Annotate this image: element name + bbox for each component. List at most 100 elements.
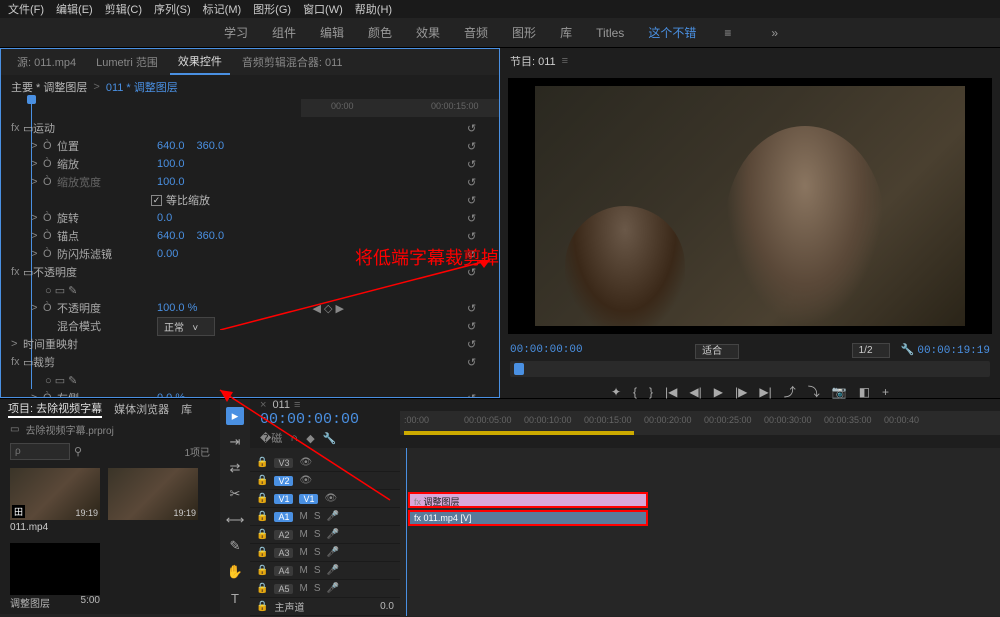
menu-item[interactable]: 剪辑(C) <box>105 1 142 17</box>
track-header[interactable]: 🔒V1V1👁 <box>250 490 400 508</box>
add-marker-icon[interactable]: ✦ <box>611 385 621 399</box>
program-monitor[interactable] <box>508 78 992 334</box>
track-header[interactable]: 🔒V2👁 <box>250 472 400 490</box>
workspace-tabs: 学习组件编辑颜色效果音频图形库Titles这个不错≡» <box>0 18 1000 48</box>
export-frame-icon[interactable]: 📷 <box>832 385 847 399</box>
timeline-panel: × 011 ≡ 00:00:00:00 �磁 ∩ ◆ 🔧 :00:0000:00… <box>250 399 1000 614</box>
panel-tab[interactable]: 源: 011.mp4 <box>9 50 84 74</box>
property-row[interactable]: ○ ▭ ✎ <box>11 281 489 299</box>
bin-item[interactable]: 19:19 <box>108 468 198 533</box>
property-row[interactable]: fx▭不透明度↺ <box>11 263 489 281</box>
bin-item[interactable]: 田19:19011.mp4 <box>10 468 100 533</box>
menu-item[interactable]: 文件(F) <box>8 1 44 17</box>
razor-tool[interactable]: ✂ <box>226 485 244 503</box>
lift-icon[interactable]: ⤴ <box>784 383 796 400</box>
snap-icon[interactable]: �磁 <box>260 430 282 446</box>
project-panel: 项目: 去除视频字幕媒体浏览器库 ▭ 去除视频字幕.prproj ⚲ 1项已 田… <box>0 399 220 614</box>
step-back-icon[interactable]: ◀| <box>689 385 701 399</box>
program-scrubber[interactable] <box>510 361 990 377</box>
track-header[interactable]: 🔒V3👁 <box>250 454 400 472</box>
workspace-tab[interactable]: 效果 <box>414 20 442 45</box>
panel-tab[interactable]: 音频剪辑混合器: 011 <box>234 50 351 74</box>
pen-tool[interactable]: ✎ <box>226 537 244 555</box>
slip-tool[interactable]: ⟷ <box>226 511 244 529</box>
menu-item[interactable]: 序列(S) <box>154 1 191 17</box>
property-row[interactable]: >Ò锚点640.0360.0↺ <box>11 227 489 245</box>
property-row[interactable]: 等比缩放↺ <box>11 191 489 209</box>
type-tool[interactable]: T <box>226 589 244 607</box>
track-headers: 🔒V3👁🔒V2👁🔒V1V1👁🔒A1MS🎤🔒A2MS🎤🔒A3MS🎤🔒A4MS🎤🔒A… <box>250 448 400 616</box>
property-row[interactable]: 混合模式正常 ˅↺ <box>11 317 489 335</box>
track-header[interactable]: 🔒A1MS🎤 <box>250 508 400 526</box>
workspace-tab[interactable]: 库 <box>558 20 574 45</box>
link-icon[interactable]: ∩ <box>290 432 298 444</box>
clip-adjustment-layer[interactable]: fx 调整图层 <box>408 492 648 508</box>
clip-video[interactable]: fx 011.mp4 [V] <box>408 510 648 526</box>
property-row[interactable]: >Ò缩放100.0↺ <box>11 155 489 173</box>
program-title: 节目: 011 <box>510 53 556 69</box>
property-row[interactable]: >Ò防闪烁滤镜0.00↺ <box>11 245 489 263</box>
property-row[interactable]: fx▭运动↺ <box>11 119 489 137</box>
menu-item[interactable]: 窗口(W) <box>303 1 343 17</box>
workspace-tab[interactable]: 组件 <box>270 20 298 45</box>
effect-clip-label: 011 * 调整图层 <box>106 79 178 95</box>
menu-item[interactable]: 帮助(H) <box>355 1 392 17</box>
timeline-ruler[interactable]: :00:0000:00:05:0000:00:10:0000:00:15:000… <box>400 411 1000 435</box>
property-row[interactable]: fx▭裁剪↺ <box>11 353 489 371</box>
program-tc-right: 00:00:19:19 <box>917 345 990 357</box>
mark-in-icon[interactable]: { <box>633 385 637 399</box>
marker-icon[interactable]: ◆ <box>306 432 314 445</box>
project-tab[interactable]: 库 <box>181 401 192 417</box>
property-row[interactable]: >Ò缩放宽度100.0↺ <box>11 173 489 191</box>
track-content[interactable]: fx 调整图层 fx 011.mp4 [V] <box>400 448 1000 616</box>
project-search-input[interactable] <box>10 443 70 460</box>
track-header[interactable]: 🔒A5MS🎤 <box>250 580 400 598</box>
property-row[interactable]: >Ò左侧0.0 %↺ <box>11 389 489 397</box>
filter-icon[interactable]: ⚲ <box>74 445 82 458</box>
workspace-tab[interactable]: 学习 <box>222 20 250 45</box>
scale-dropdown[interactable]: 1/2 <box>852 343 890 358</box>
property-row[interactable]: ○ ▭ ✎ <box>11 371 489 389</box>
adjustment-layer-bin[interactable]: 调整图层5:00 <box>10 543 100 610</box>
hand-tool[interactable]: ✋ <box>226 563 244 581</box>
effect-timeline[interactable]: 00:00 00:00:15:00 <box>301 99 499 117</box>
property-row[interactable]: >Ò旋转0.0↺ <box>11 209 489 227</box>
panel-tab[interactable]: Lumetri 范围 <box>88 50 166 74</box>
ripple-tool[interactable]: ⇄ <box>226 459 244 477</box>
track-select-tool[interactable]: ⇥ <box>226 433 244 451</box>
track-header[interactable]: 🔒A2MS🎤 <box>250 526 400 544</box>
workspace-tab[interactable]: Titles <box>594 22 626 44</box>
play-icon[interactable]: ▶ <box>714 385 723 399</box>
property-row[interactable]: >Ò不透明度100.0 %◀ ◇ ▶↺ <box>11 299 489 317</box>
panel-tab[interactable]: 效果控件 <box>170 49 230 75</box>
workspace-tab[interactable]: 图形 <box>510 20 538 45</box>
mark-out-icon[interactable]: } <box>649 385 653 399</box>
effect-controls-panel: 源: 011.mp4Lumetri 范围效果控件音频剪辑混合器: 011 主要 … <box>0 48 500 398</box>
workspace-tab[interactable]: 编辑 <box>318 20 346 45</box>
track-header[interactable]: 🔒A4MS🎤 <box>250 562 400 580</box>
compare-icon[interactable]: ◧ <box>859 385 870 399</box>
workspace-tab[interactable]: 这个不错 <box>646 20 698 45</box>
workspace-tab[interactable]: 颜色 <box>366 20 394 45</box>
extract-icon[interactable]: ⤵ <box>808 383 820 400</box>
selection-tool[interactable]: ▸ <box>226 407 244 425</box>
fit-dropdown[interactable]: 适合 <box>695 344 739 359</box>
settings-icon[interactable]: + <box>882 385 889 399</box>
timeline-playhead[interactable] <box>406 448 407 616</box>
step-fwd-icon[interactable]: |▶ <box>735 385 747 399</box>
menu-item[interactable]: 图形(G) <box>253 1 291 17</box>
program-tc-left[interactable]: 00:00:00:00 <box>510 344 583 356</box>
timeline-tc[interactable]: 00:00:00:00 <box>250 411 400 428</box>
settings-icon[interactable]: 🔧 <box>323 432 337 445</box>
go-out-icon[interactable]: ▶| <box>759 385 771 399</box>
property-row[interactable]: >Ò位置640.0360.0↺ <box>11 137 489 155</box>
sequence-name[interactable]: 011 <box>272 399 290 411</box>
menu-item[interactable]: 编辑(E) <box>56 1 93 17</box>
project-tab[interactable]: 媒体浏览器 <box>114 401 169 417</box>
property-row[interactable]: >时间重映射↺ <box>11 335 489 353</box>
menu-item[interactable]: 标记(M) <box>203 1 242 17</box>
project-tab[interactable]: 项目: 去除视频字幕 <box>8 400 102 418</box>
track-header[interactable]: 🔒A3MS🎤 <box>250 544 400 562</box>
workspace-tab[interactable]: 音频 <box>462 20 490 45</box>
go-in-icon[interactable]: |◀ <box>665 385 677 399</box>
